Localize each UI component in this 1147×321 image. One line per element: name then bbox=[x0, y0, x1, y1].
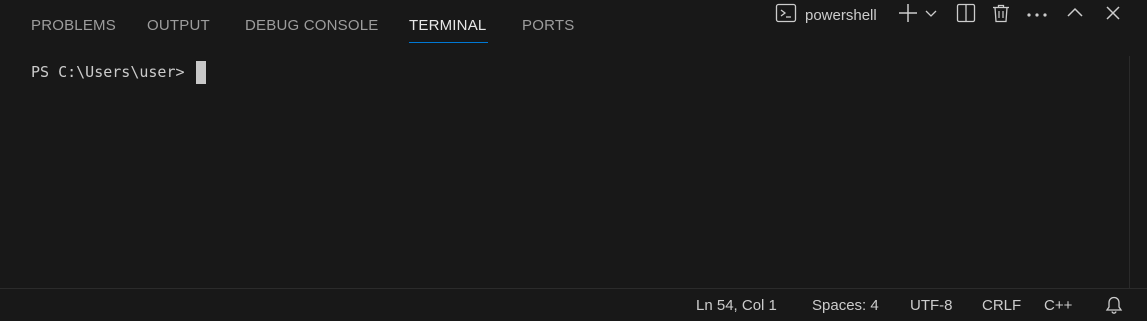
tab-debug-console[interactable]: DEBUG CONSOLE bbox=[245, 17, 378, 43]
launch-profile-button[interactable] bbox=[922, 0, 940, 30]
tab-output[interactable]: OUTPUT bbox=[147, 17, 210, 43]
status-cursor-position[interactable]: Ln 54, Col 1 bbox=[696, 296, 777, 316]
terminal-output[interactable]: PS C:\Users\user> bbox=[0, 55, 1128, 287]
status-eol[interactable]: CRLF bbox=[982, 296, 1021, 316]
new-terminal-button[interactable] bbox=[896, 0, 920, 30]
tab-problems[interactable]: PROBLEMS bbox=[31, 17, 116, 43]
terminal-cursor bbox=[195, 60, 206, 84]
chevron-up-icon bbox=[1066, 4, 1084, 27]
bell-icon bbox=[1104, 296, 1124, 319]
maximize-panel-button[interactable] bbox=[1062, 0, 1088, 30]
split-terminal-button[interactable] bbox=[953, 0, 979, 30]
tab-terminal[interactable]: TERMINAL bbox=[409, 17, 489, 43]
panel-tab-bar: PROBLEMS OUTPUT DEBUG CONSOLE TERMINAL P… bbox=[0, 0, 1147, 55]
more-actions-button[interactable] bbox=[1024, 0, 1050, 30]
terminal-icon bbox=[775, 2, 797, 29]
more-icon bbox=[1026, 6, 1048, 24]
status-encoding[interactable]: UTF-8 bbox=[910, 296, 953, 316]
terminal-panel: PROBLEMS OUTPUT DEBUG CONSOLE TERMINAL P… bbox=[0, 0, 1147, 289]
terminal-prompt: PS C:\Users\user> bbox=[31, 63, 185, 81]
terminal-profile-button[interactable]: powershell bbox=[775, 0, 887, 30]
close-icon bbox=[1105, 5, 1121, 26]
kill-terminal-button[interactable] bbox=[988, 0, 1014, 30]
status-language[interactable]: C++ bbox=[1044, 296, 1072, 316]
terminal-prompt-line: PS C:\Users\user> bbox=[31, 60, 206, 84]
terminal-scrollbar[interactable] bbox=[1129, 56, 1147, 288]
status-indentation[interactable]: Spaces: 4 bbox=[812, 296, 879, 316]
status-bar: Ln 54, Col 1 Spaces: 4 UTF-8 CRLF C++ bbox=[0, 290, 1147, 321]
chevron-down-icon bbox=[924, 6, 938, 25]
split-icon bbox=[956, 3, 976, 28]
trash-icon bbox=[991, 3, 1011, 28]
tab-ports[interactable]: PORTS bbox=[522, 17, 574, 43]
close-panel-button[interactable] bbox=[1100, 0, 1126, 30]
notifications-button[interactable] bbox=[1104, 295, 1124, 315]
shell-label: powershell bbox=[805, 6, 877, 24]
add-icon bbox=[897, 2, 919, 29]
